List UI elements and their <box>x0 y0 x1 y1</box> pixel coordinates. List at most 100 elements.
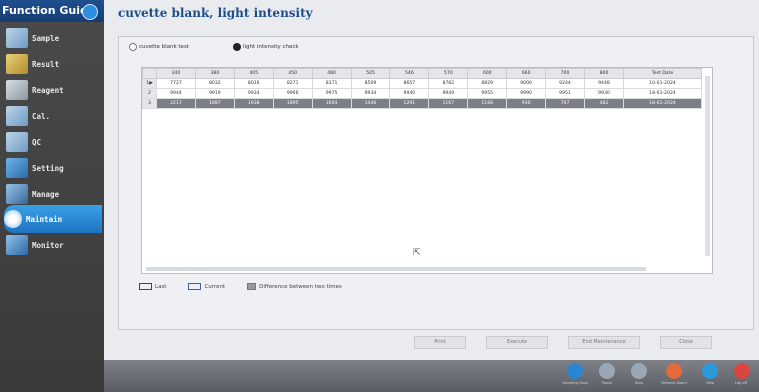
vertical-scrollbar[interactable] <box>705 76 710 256</box>
sidebar-item-label: Cal. <box>32 111 51 121</box>
help-label: Help <box>706 381 714 385</box>
light-intensity-check-radio[interactable]: light intensity check <box>232 43 299 51</box>
log-off-icon[interactable] <box>734 363 750 379</box>
mouse-cursor-icon: ⇱ <box>413 248 421 258</box>
column-header[interactable]: 546 <box>389 68 430 79</box>
row-header: 3 <box>142 98 157 109</box>
light-intensity-panel: cuvette blank test light intensity check… <box>118 36 754 330</box>
column-header[interactable]: 660 <box>506 68 547 79</box>
difference-swatch-icon <box>247 283 257 290</box>
column-header[interactable]: 505 <box>350 68 391 79</box>
page-title: cuvette blank, light intensity <box>118 6 313 20</box>
row-header-corner <box>142 68 157 79</box>
table-cell: 7727 <box>156 78 196 89</box>
execute-button[interactable]: Execute <box>486 336 548 349</box>
legend-label: Last <box>155 284 167 290</box>
table-cell: 9975 <box>311 88 352 99</box>
last-swatch-icon <box>139 283 152 290</box>
table-cell: 8371 <box>311 78 352 89</box>
column-header[interactable]: 380 <box>194 68 235 79</box>
settings-icon <box>6 158 28 178</box>
close-button[interactable]: Close <box>660 336 712 349</box>
sidebar-item-result[interactable]: Result <box>6 50 102 78</box>
table-cell: 1938 <box>233 98 274 109</box>
row-header: 2 <box>142 88 157 99</box>
bottom-toolbar: Sampling Stop Pause Stop Remove Alarm He… <box>104 360 759 392</box>
radio-label: cuvette blank test <box>139 44 189 50</box>
table-cell: 9966 <box>272 88 313 99</box>
function-sidebar: Function Guide Sample Result Reagent Cal… <box>0 0 104 392</box>
table-cell: 9944 <box>156 88 196 99</box>
column-header[interactable]: 340 <box>156 68 196 79</box>
table-cell: 1446 <box>350 98 391 109</box>
table-cell: 18-01-2024 <box>623 88 702 99</box>
pause-label: Pause <box>601 381 613 385</box>
current-row-marker-icon: ▶ <box>149 81 153 86</box>
remove-alarm-icon[interactable] <box>666 363 682 379</box>
print-button[interactable]: Print <box>414 336 466 349</box>
sidebar-item-setting[interactable]: Setting <box>6 154 102 182</box>
table-cell: 2217 <box>156 98 196 109</box>
sidebar-item-maintain[interactable]: Maintain <box>4 205 102 233</box>
column-header[interactable]: 405 <box>233 68 274 79</box>
table-cell: 8271 <box>272 78 313 89</box>
table-cell: 9955 <box>467 88 508 99</box>
table-cell: 9934 <box>350 88 391 99</box>
table-cell: 10-01-2024 <box>623 78 702 89</box>
stop-icon[interactable] <box>631 363 647 379</box>
remove-alarm-label: Remove Alarm <box>661 381 687 385</box>
sampling-stop-icon[interactable] <box>567 363 583 379</box>
end-maintenance-button[interactable]: End Maintenance <box>568 336 640 349</box>
sidebar-item-label: Sample <box>32 33 60 43</box>
sidebar-item-monitor[interactable]: Monitor <box>6 231 102 259</box>
column-header[interactable]: 450 <box>272 68 313 79</box>
result-icon <box>6 54 28 74</box>
table-cell: 9949 <box>428 88 469 99</box>
sidebar-item-label: Setting <box>32 163 64 173</box>
sidebar-item-label: Reagent <box>32 85 64 95</box>
column-header[interactable]: 800 <box>583 68 625 79</box>
help-icon[interactable] <box>702 363 718 379</box>
function-guide-title: Function Guide <box>0 0 104 22</box>
table-cell: 1604 <box>311 98 352 109</box>
sidebar-item-cal[interactable]: Cal. <box>6 102 102 130</box>
sidebar-item-reagent[interactable]: Reagent <box>6 76 102 104</box>
table-cell: 18-01-2024 <box>623 98 702 109</box>
action-buttons: Print Execute End Maintenance Close <box>414 336 712 349</box>
table-cell: 8829 <box>467 78 508 89</box>
main-content: cuvette blank, light intensity cuvette b… <box>104 0 759 360</box>
light-intensity-table[interactable]: 340 380 405 450 480 505 546 570 600 660 … <box>141 67 713 274</box>
column-header[interactable]: 600 <box>467 68 508 79</box>
reagent-icon <box>6 80 28 100</box>
help-icon[interactable] <box>82 4 98 20</box>
sidebar-item-manage[interactable]: Manage <box>6 180 102 208</box>
table-row[interactable]: 1▶ 7727 8032 8016 8271 8371 8509 8657 87… <box>142 78 702 89</box>
legend-label: Current <box>204 284 226 290</box>
table-cell: 9990 <box>506 88 547 99</box>
sidebar-item-qc[interactable]: QC <box>6 128 102 156</box>
table-cell: 930 <box>506 98 547 109</box>
legend-difference: Difference between two times <box>247 283 342 290</box>
table-row[interactable]: 2 9944 9919 9934 9966 9975 9934 9940 994… <box>142 88 702 99</box>
column-header[interactable]: 480 <box>311 68 352 79</box>
column-header[interactable]: Test Date <box>623 68 702 79</box>
sidebar-item-sample[interactable]: Sample <box>6 24 102 52</box>
column-header[interactable]: 570 <box>428 68 469 79</box>
sampling-stop-label: Sampling Stop <box>562 381 588 385</box>
log-off-label: Log off <box>735 381 747 385</box>
qc-icon <box>6 132 28 152</box>
table-cell: 8016 <box>233 78 274 89</box>
cuvette-blank-test-radio[interactable]: cuvette blank test <box>129 43 189 51</box>
radio-label: light intensity check <box>242 44 299 50</box>
table-cell: 8032 <box>194 78 235 89</box>
pause-icon[interactable] <box>599 363 615 379</box>
stop-label: Stop <box>635 381 643 385</box>
table-cell: 1895 <box>272 98 313 109</box>
table-row-selected[interactable]: 3 2217 1887 1938 1895 1604 1446 1291 116… <box>142 98 702 109</box>
table-cell: 8782 <box>428 78 469 89</box>
column-header[interactable]: 700 <box>545 68 585 79</box>
sidebar-item-label: Manage <box>32 189 60 199</box>
horizontal-scrollbar[interactable] <box>146 267 646 271</box>
maintain-icon <box>4 210 22 228</box>
manage-icon <box>6 184 28 204</box>
